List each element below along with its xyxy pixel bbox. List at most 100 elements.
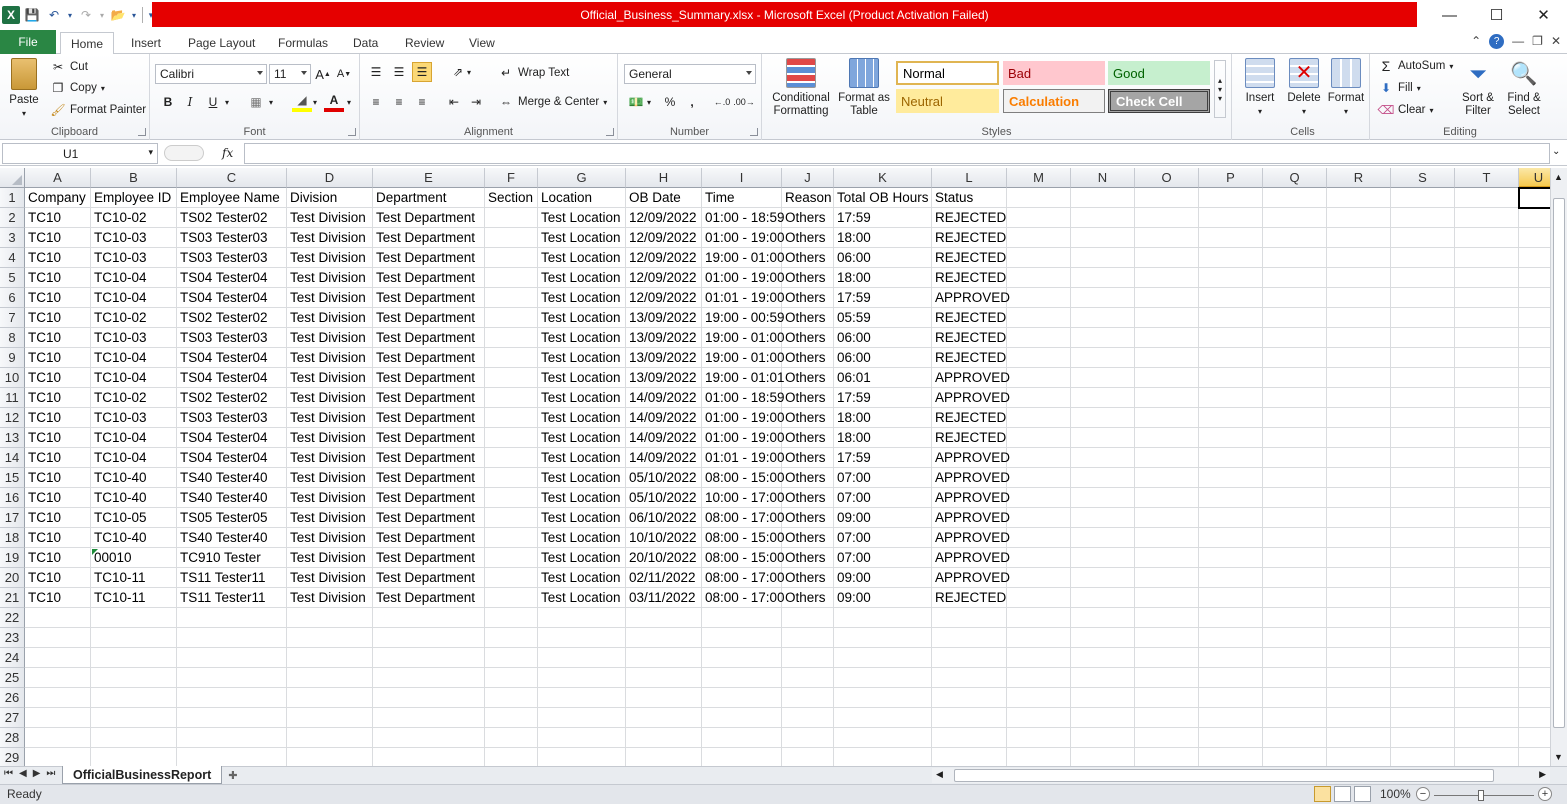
scroll-left-icon[interactable]: ◀ [936, 769, 943, 780]
table-cell[interactable]: Test Location [538, 588, 626, 608]
table-cell[interactable]: Others [782, 588, 834, 608]
empty-cell[interactable] [626, 748, 702, 766]
row-header[interactable]: 13 [0, 428, 25, 448]
table-cell[interactable]: TC10 [25, 348, 91, 368]
table-cell[interactable]: 02/11/2022 [626, 568, 702, 588]
empty-cell[interactable] [1135, 268, 1199, 288]
zoom-knob[interactable] [1478, 790, 1484, 801]
table-cell[interactable]: Test Location [538, 408, 626, 428]
tab-review[interactable]: Review [395, 32, 454, 54]
table-cell[interactable]: Test Department [373, 248, 485, 268]
table-cell[interactable]: TC10-11 [91, 588, 177, 608]
empty-cell[interactable] [1135, 348, 1199, 368]
worksheet-grid[interactable]: A B C D E F G H I J K L M N O P Q R S T U 1 Company Employee ID… [0, 168, 1567, 766]
table-cell[interactable]: Test Division [287, 528, 373, 548]
close-icon[interactable]: ✕ [1520, 0, 1567, 30]
empty-cell[interactable] [834, 688, 932, 708]
empty-cell[interactable] [1327, 428, 1391, 448]
empty-cell[interactable] [782, 728, 834, 748]
empty-cell[interactable] [834, 748, 932, 766]
empty-cell[interactable] [1327, 408, 1391, 428]
row-header[interactable]: 20 [0, 568, 25, 588]
table-cell[interactable]: TC10-04 [91, 368, 177, 388]
row-header[interactable]: 12 [0, 408, 25, 428]
empty-cell[interactable] [1135, 248, 1199, 268]
empty-cell[interactable] [1071, 568, 1135, 588]
table-cell[interactable]: APPROVED [932, 448, 1010, 468]
column-header[interactable]: J [782, 168, 834, 188]
table-cell[interactable]: Others [782, 328, 834, 348]
empty-cell[interactable] [626, 648, 702, 668]
empty-cell[interactable] [1007, 668, 1071, 688]
row-header[interactable]: 26 [0, 688, 25, 708]
empty-cell[interactable] [91, 668, 177, 688]
table-cell[interactable]: 08:00 - 17:00 [702, 508, 785, 528]
empty-cell[interactable] [1071, 468, 1135, 488]
table-cell[interactable]: APPROVED [932, 548, 1010, 568]
empty-cell[interactable] [538, 748, 626, 766]
empty-cell[interactable] [287, 628, 373, 648]
italic-icon[interactable]: I [180, 92, 200, 112]
row-header[interactable]: 8 [0, 328, 25, 348]
table-cell[interactable]: Test Location [538, 468, 626, 488]
empty-cell[interactable] [1199, 288, 1263, 308]
table-cell[interactable]: TC10 [25, 528, 91, 548]
table-cell[interactable]: 08:00 - 15:00 [702, 528, 785, 548]
table-cell[interactable] [485, 488, 538, 508]
table-cell[interactable]: TC10 [25, 568, 91, 588]
table-cell[interactable] [485, 208, 538, 228]
empty-cell[interactable] [373, 668, 485, 688]
empty-cell[interactable] [1455, 448, 1519, 468]
table-cell[interactable]: Test Department [373, 448, 485, 468]
zoom-slider[interactable]: − + [1416, 787, 1552, 803]
table-cell[interactable]: 01:00 - 18:59 [702, 208, 785, 228]
empty-cell[interactable] [1327, 568, 1391, 588]
table-cell[interactable]: REJECTED [932, 328, 1007, 348]
empty-cell[interactable] [1199, 388, 1263, 408]
table-cell[interactable]: 01:00 - 19:00 [702, 428, 785, 448]
header-cell[interactable]: Department [373, 188, 485, 208]
header-cell[interactable]: Division [287, 188, 373, 208]
table-cell[interactable]: Test Location [538, 488, 626, 508]
empty-cell[interactable] [702, 668, 782, 688]
empty-cell[interactable] [1455, 548, 1519, 568]
empty-cell[interactable] [1007, 348, 1071, 368]
tab-home[interactable]: Home [60, 32, 115, 55]
table-cell[interactable]: Test Division [287, 348, 373, 368]
empty-cell[interactable] [1135, 308, 1199, 328]
empty-cell[interactable] [1071, 728, 1135, 748]
underline-dropdown-icon[interactable]: ▾ [222, 92, 232, 112]
empty-cell[interactable] [538, 728, 626, 748]
find-select-button[interactable]: 🔍 Find & Select [1502, 58, 1546, 118]
empty-cell[interactable] [626, 608, 702, 628]
table-cell[interactable]: 01:00 - 19:00 [702, 228, 785, 248]
row-header[interactable]: 5 [0, 268, 25, 288]
empty-cell[interactable] [1455, 668, 1519, 688]
column-header[interactable]: R [1327, 168, 1391, 188]
copy-button[interactable]: ❐ Copy ▾ [50, 78, 105, 98]
table-cell[interactable]: APPROVED [932, 568, 1010, 588]
table-cell[interactable]: 06:00 [834, 248, 932, 268]
table-cell[interactable]: Test Location [538, 208, 626, 228]
table-cell[interactable]: 10/10/2022 [626, 528, 702, 548]
tab-file[interactable]: File [0, 30, 56, 54]
table-cell[interactable]: TS04 Tester04 [177, 448, 287, 468]
table-cell[interactable]: 05:59 [834, 308, 932, 328]
horizontal-scrollbar[interactable]: ◀ ▶ [932, 768, 1550, 783]
column-header[interactable]: D [287, 168, 373, 188]
empty-cell[interactable] [1135, 748, 1199, 766]
empty-cell[interactable] [1327, 468, 1391, 488]
empty-cell[interactable] [1071, 668, 1135, 688]
empty-cell[interactable] [1071, 588, 1135, 608]
page-break-view-icon[interactable] [1354, 786, 1371, 802]
empty-cell[interactable] [1327, 608, 1391, 628]
table-cell[interactable]: 06:00 [834, 328, 932, 348]
column-header[interactable]: O [1135, 168, 1199, 188]
table-cell[interactable]: REJECTED [932, 348, 1007, 368]
empty-cell[interactable] [1135, 708, 1199, 728]
empty-cell[interactable] [485, 608, 538, 628]
empty-cell[interactable] [1007, 428, 1071, 448]
table-cell[interactable]: Others [782, 468, 834, 488]
maximize-icon[interactable]: ☐ [1473, 0, 1520, 30]
table-cell[interactable]: TC10-40 [91, 468, 177, 488]
